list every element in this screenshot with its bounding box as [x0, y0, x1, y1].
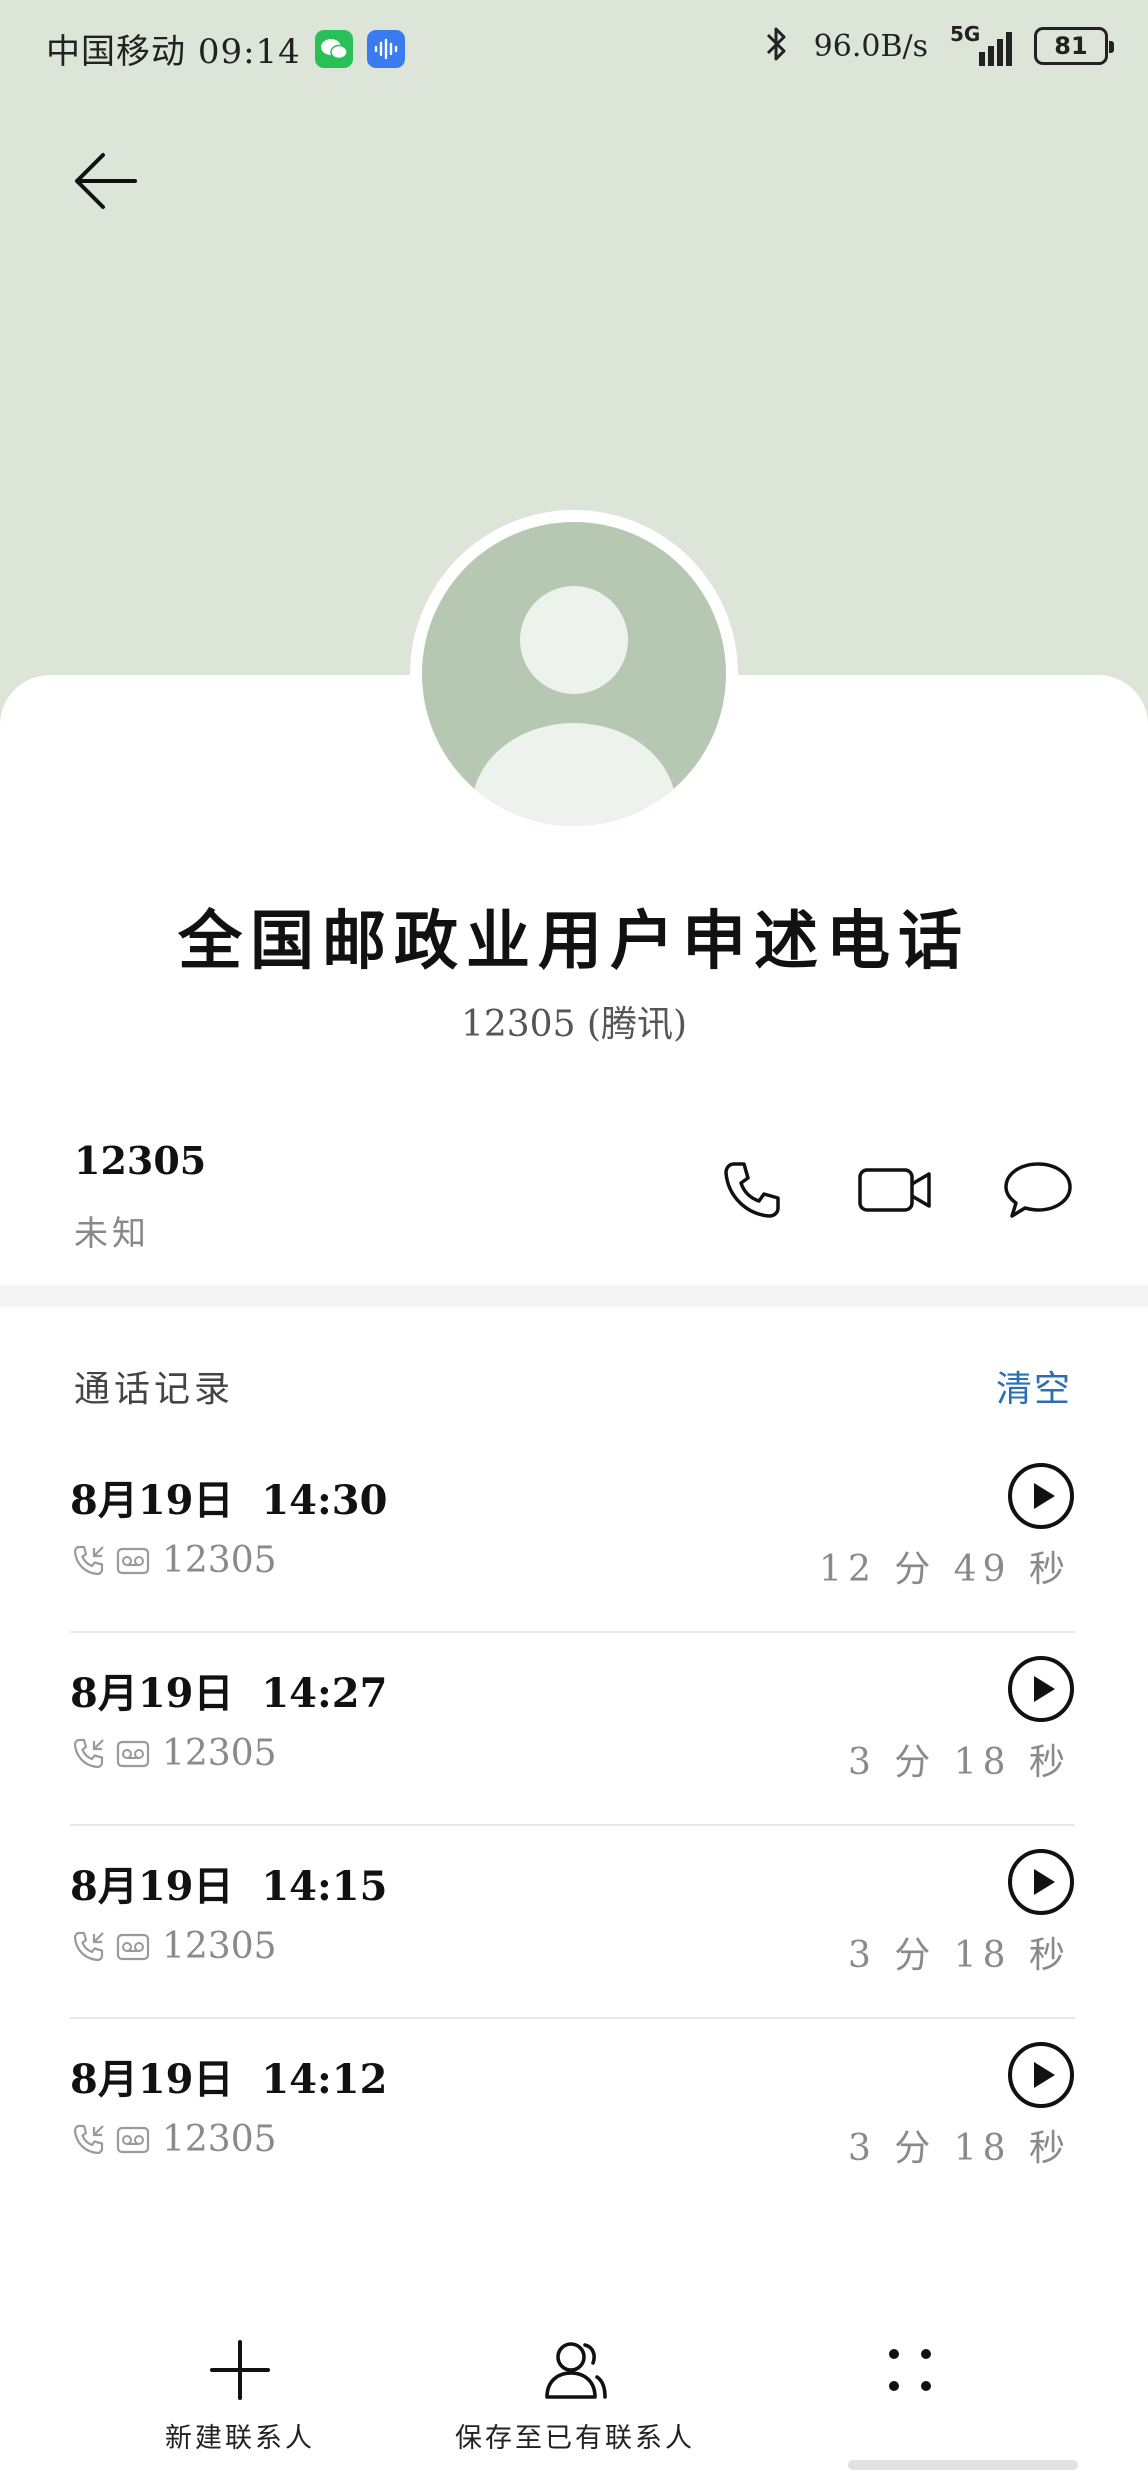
call-datetime: 8月19日 14:15	[70, 1863, 388, 1910]
message-button[interactable]	[998, 1150, 1078, 1230]
number-type-label: 未知	[74, 1214, 150, 1254]
call-datetime: 8月19日 14:30	[70, 1477, 388, 1524]
call-duration: 3 分 18 秒	[847, 1935, 1071, 1976]
incoming-call-icon	[73, 1545, 104, 1575]
call-duration: 3 分 18 秒	[847, 2128, 1071, 2169]
call-log-item[interactable]: 8月19日 14:15 12305 3 分 18 秒	[70, 1826, 1075, 2019]
status-time: 09:14	[197, 32, 301, 72]
status-left: 中国移动 09:14	[46, 24, 405, 73]
call-meta: 12305	[72, 1540, 277, 1581]
call-number: 12305	[162, 2119, 277, 2160]
new-contact-button[interactable]: 新建联系人	[130, 2330, 350, 2455]
contact-subtitle: 12305 (腾讯)	[460, 1004, 688, 1045]
video-camera-icon	[858, 1168, 931, 1212]
call-log-title: 通话记录	[74, 1369, 235, 1410]
phone-number[interactable]: 12305	[74, 1138, 206, 1183]
voice-recorder-icon	[366, 29, 405, 68]
more-options-button[interactable]	[860, 2330, 960, 2410]
battery-level: 81	[1054, 32, 1088, 60]
new-contact-label: 新建联系人	[165, 2423, 315, 2454]
avatar-placeholder-icon	[422, 522, 726, 826]
arrow-left-icon	[75, 153, 137, 209]
call-duration: 3 分 18 秒	[847, 1742, 1071, 1783]
call-meta: 12305	[72, 1926, 277, 1967]
incoming-call-icon	[73, 1931, 104, 1961]
chat-bubble-icon	[1004, 1162, 1072, 1218]
add-person-icon	[545, 2342, 607, 2399]
voicemail-icon	[116, 1547, 150, 1574]
incoming-call-icon	[73, 1738, 104, 1768]
bottom-action-bar: 新建联系人 保存至已有联系人	[0, 2330, 1148, 2480]
battery-icon: 81	[1034, 27, 1114, 65]
call-meta: 12305	[72, 2119, 277, 2160]
video-call-button[interactable]	[855, 1150, 935, 1230]
save-to-existing-label: 保存至已有联系人	[455, 2423, 695, 2454]
network-type: 5G	[950, 22, 981, 46]
back-button[interactable]	[68, 146, 144, 216]
call-datetime: 8月19日 14:27	[70, 1670, 388, 1717]
call-log-list: 8月19日 14:30 12305 12 分 49 秒 8月19日 14:27 …	[70, 1440, 1075, 2212]
home-indicator[interactable]	[848, 2460, 1078, 2470]
play-circle-icon	[1008, 1656, 1074, 1722]
avatar	[410, 510, 738, 838]
number-row: 12305 未知	[0, 1120, 1148, 1280]
play-recording-button[interactable]	[1007, 1655, 1075, 1723]
contact-detail-page: 中国移动 09:14 96.0B/s 5G 81 全国邮政业用户申述电话 123…	[0, 0, 1148, 2480]
clear-call-log-button[interactable]: 清空	[996, 1360, 1072, 1412]
voicemail-icon	[116, 1933, 150, 1960]
play-circle-icon	[1008, 1849, 1074, 1915]
contact-name: 全国邮政业用户申述电话	[178, 904, 970, 979]
call-log-header: 通话记录 清空	[0, 1350, 1148, 1430]
incoming-call-icon	[73, 2124, 104, 2154]
call-button[interactable]	[712, 1150, 792, 1230]
status-bar: 中国移动 09:14 96.0B/s 5G 81	[0, 0, 1148, 100]
call-meta: 12305	[72, 1733, 277, 1774]
carrier-label: 中国移动 09:14	[46, 24, 301, 73]
call-number: 12305	[162, 1926, 277, 1967]
bluetooth-icon	[762, 24, 792, 68]
save-to-existing-button[interactable]: 保存至已有联系人	[440, 2330, 710, 2455]
play-recording-button[interactable]	[1007, 1848, 1075, 1916]
section-divider	[0, 1285, 1148, 1307]
play-recording-button[interactable]	[1007, 2041, 1075, 2109]
status-right: 96.0B/s 5G 81	[762, 22, 1114, 68]
call-number: 12305	[162, 1733, 277, 1774]
call-log-item[interactable]: 8月19日 14:27 12305 3 分 18 秒	[70, 1633, 1075, 1826]
carrier-name: 中国移动	[46, 32, 186, 72]
more-dots-icon	[889, 2349, 931, 2391]
phone-icon	[724, 1162, 780, 1218]
call-datetime: 8月19日 14:12	[70, 2056, 388, 2103]
plus-icon	[210, 2340, 270, 2400]
play-circle-icon	[1008, 2042, 1074, 2108]
net-speed: 96.0B/s	[813, 28, 928, 64]
signal-icon: 5G	[950, 22, 1012, 66]
voicemail-icon	[116, 2126, 150, 2153]
play-recording-button[interactable]	[1007, 1462, 1075, 1530]
call-log-item[interactable]: 8月19日 14:12 12305 3 分 18 秒	[70, 2019, 1075, 2212]
call-duration: 12 分 49 秒	[819, 1549, 1071, 1590]
voicemail-icon	[116, 1740, 150, 1767]
call-number: 12305	[162, 1540, 277, 1581]
play-circle-icon	[1008, 1463, 1074, 1529]
call-log-item[interactable]: 8月19日 14:30 12305 12 分 49 秒	[70, 1440, 1075, 1633]
wechat-icon	[314, 29, 353, 68]
